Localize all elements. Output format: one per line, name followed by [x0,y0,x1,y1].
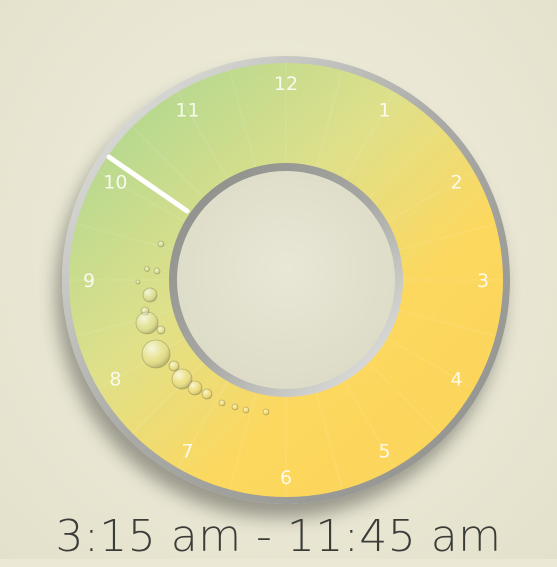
hour-label-5: 5 [378,441,390,463]
water-bubble [144,266,150,272]
water-bubble [142,287,158,303]
water-bubble [135,311,159,335]
hour-label-7: 7 [181,441,193,463]
hour-label-10: 10 [103,172,127,194]
hour-label-9: 9 [83,270,95,292]
water-bubble [135,279,141,285]
water-bubble [242,406,250,414]
water-bubble [218,399,226,407]
water-bubble [141,339,171,369]
hour-label-8: 8 [109,369,121,391]
hour-label-12: 12 [274,73,298,95]
water-bubble [231,403,239,411]
water-bubble [262,408,270,416]
hour-label-11: 11 [175,99,199,121]
water-bubble [156,325,166,335]
water-bubble [157,240,165,248]
hour-label-1: 1 [378,99,390,121]
water-bubble [168,360,180,372]
clock-center-hole [169,163,403,397]
hour-label-3: 3 [477,270,489,292]
clock-screen: 12 1 2 3 4 5 6 7 8 9 10 11 3:15 am - 11:45 am [0,0,557,562]
hour-label-6: 6 [280,467,292,489]
ring-clock-dial[interactable]: 121234567891011 [0,0,557,559]
water-bubble [187,380,203,396]
hour-label-4: 4 [451,369,463,391]
water-bubble [153,267,161,275]
water-bubble [201,388,213,400]
hour-label-2: 2 [451,172,463,194]
time-range-label: 3:15 am - 11:45 am [55,511,502,562]
